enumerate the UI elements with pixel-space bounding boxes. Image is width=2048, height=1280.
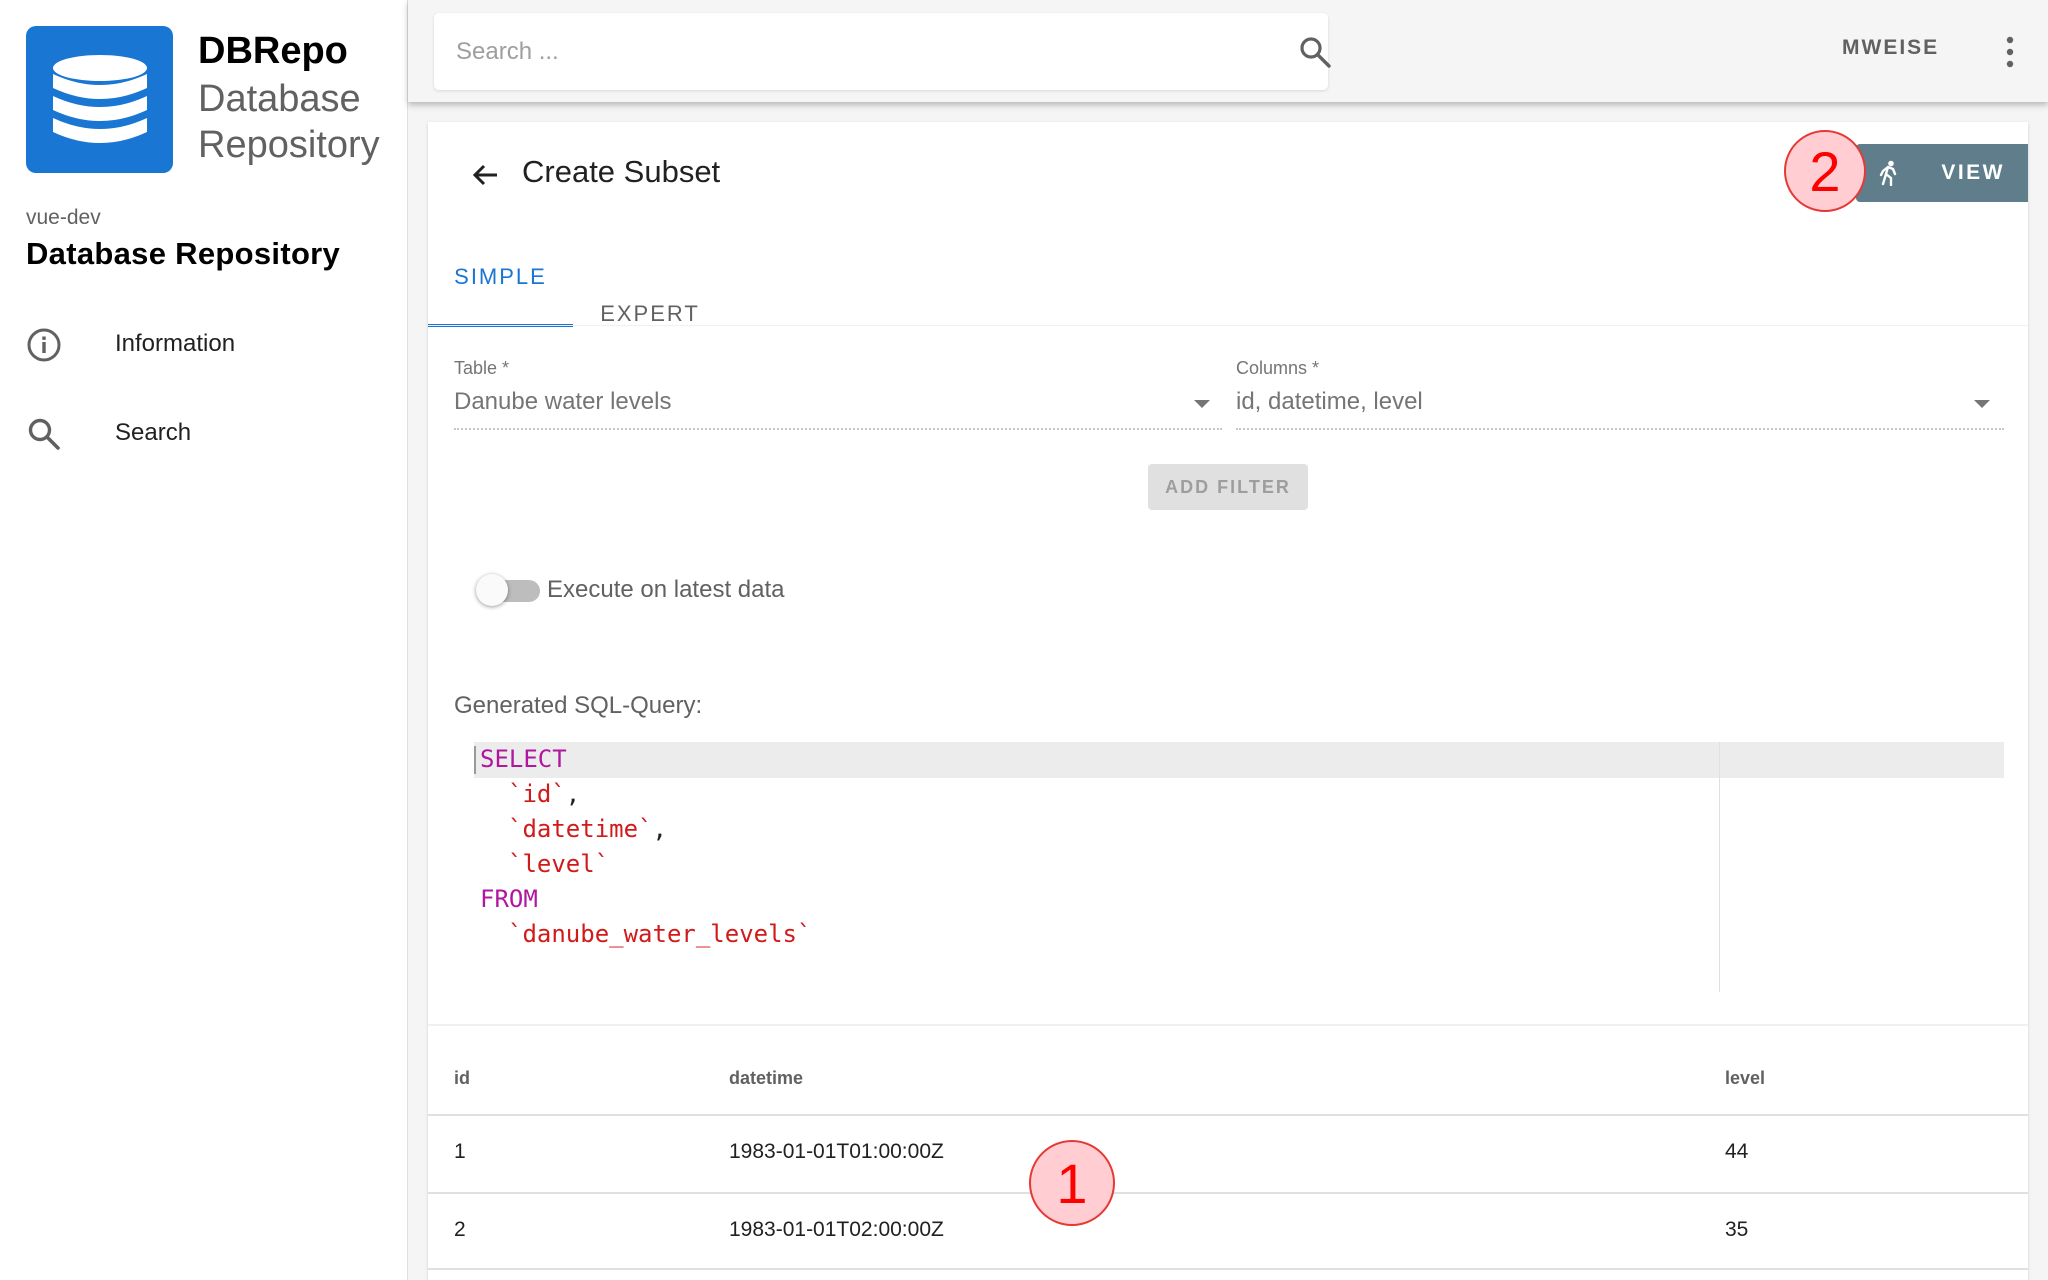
column-header-level[interactable]: level [1725, 1068, 1765, 1089]
annotation-marker-2: 2 [1784, 130, 1866, 212]
search-icon[interactable] [1298, 35, 1332, 69]
chevron-down-icon [1974, 400, 1990, 408]
table-row: 1 1983-01-01T01:00:00Z 44 [428, 1116, 2028, 1192]
brand-name: DBRepo [198, 30, 348, 72]
info-icon [26, 327, 62, 363]
sidebar-item-search[interactable]: Search [0, 390, 407, 476]
search-input[interactable] [454, 31, 1258, 73]
execute-latest-label: Execute on latest data [547, 576, 785, 603]
cell-level: 35 [1725, 1218, 1749, 1241]
chevron-down-icon [1194, 400, 1210, 408]
top-app-bar: MWEISE [408, 0, 2048, 102]
column-header-datetime[interactable]: datetime [729, 1068, 803, 1089]
sql-line: `id`, [508, 780, 581, 808]
create-subset-card: Create Subset VIEW 2 SIMPLE EXPERT Table… [428, 122, 2028, 1280]
cell-id: 1 [454, 1140, 466, 1163]
search-icon [26, 416, 62, 452]
database-logo-icon[interactable] [26, 26, 173, 173]
table-select-label: Table * [454, 358, 510, 378]
view-button-label: VIEW [1941, 161, 2005, 184]
sql-line: `level` [508, 850, 610, 878]
sql-line: FROM [480, 885, 538, 913]
columns-select-label: Columns * [1236, 358, 1320, 378]
active-line-highlight [474, 742, 2004, 778]
sidebar-item-information[interactable]: Information [0, 301, 407, 387]
user-menu-button[interactable]: MWEISE [1842, 36, 1939, 60]
search-box [434, 13, 1331, 90]
columns-select-value: id, datetime, level [1236, 388, 1423, 415]
more-vert-icon[interactable] [1994, 34, 2026, 70]
run-icon [1876, 160, 1902, 187]
tabs-divider [428, 325, 2028, 326]
table-select-value: Danube water levels [454, 388, 672, 415]
annotation-marker-1: 1 [1029, 1140, 1115, 1226]
code-editor-ruler [1719, 742, 1720, 992]
sql-code-editor[interactable]: SELECT `id`, `datetime`, `level` FROM `d… [474, 742, 2004, 992]
table-select-underline [454, 428, 1222, 430]
sql-line: `danube_water_levels` [508, 920, 812, 948]
cell-datetime: 1983-01-01T01:00:00Z [729, 1140, 944, 1163]
sql-query-label: Generated SQL-Query: [454, 692, 703, 719]
text-cursor [474, 746, 476, 774]
table-top-divider [428, 1024, 2028, 1026]
sql-line: `datetime`, [508, 815, 667, 843]
sql-line: SELECT [480, 745, 567, 773]
sidebar-item-label: Search [115, 419, 192, 446]
tab-simple[interactable]: SIMPLE [428, 122, 573, 327]
cell-id: 2 [454, 1218, 466, 1241]
brand-subtitle: Database Repository [198, 78, 380, 166]
instance-name: vue-dev [26, 206, 101, 229]
switch-thumb [476, 574, 508, 606]
row-divider [428, 1268, 2028, 1270]
repository-name: Database Repository [26, 236, 341, 271]
sidebar: DBRepo Database Repository vue-dev Datab… [0, 0, 408, 1280]
sidebar-item-label: Information [115, 330, 236, 357]
cell-level: 44 [1725, 1140, 1749, 1163]
column-header-id[interactable]: id [454, 1068, 470, 1089]
cell-datetime: 1983-01-01T02:00:00Z [729, 1218, 944, 1241]
view-button[interactable]: VIEW [1856, 144, 2028, 202]
table-row: 2 1983-01-01T02:00:00Z 35 [428, 1194, 2028, 1270]
add-filter-button[interactable]: ADD FILTER [1148, 464, 1308, 510]
columns-select-underline [1236, 428, 2004, 430]
